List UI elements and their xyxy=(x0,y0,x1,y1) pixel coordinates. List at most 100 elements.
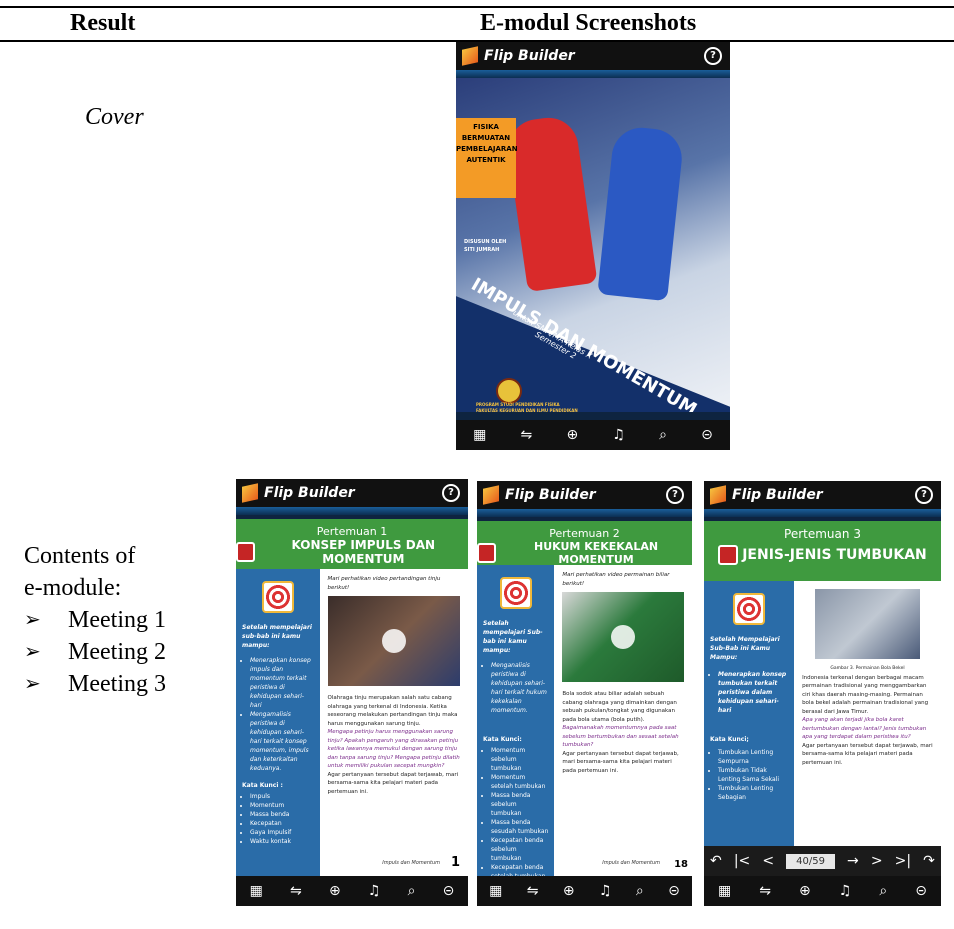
target-icon xyxy=(733,593,766,625)
zoom-in-icon[interactable]: ⊕ xyxy=(563,883,575,899)
top-stripe xyxy=(477,509,692,517)
play-icon[interactable] xyxy=(381,629,406,653)
cover-subject-box: FISIKA BERMUATAN PEMBELAJARAN AUTENTIK xyxy=(456,118,518,198)
undo-icon[interactable]: ↶ xyxy=(710,853,722,869)
meeting3-screenshot: Flip Builder? Pertemuan 3 JENIS-JENIS TU… xyxy=(704,481,941,906)
zoom-in-icon[interactable]: ⊕ xyxy=(566,427,578,443)
help-icon[interactable]: ? xyxy=(666,486,684,504)
billiard-video[interactable] xyxy=(562,592,684,682)
book-icon xyxy=(718,545,739,565)
page-number: 1 xyxy=(450,855,460,870)
bekel-game-photo xyxy=(815,589,920,659)
book-icon xyxy=(236,542,255,562)
meeting-item: ➢ Meeting 3 xyxy=(24,668,166,700)
grid-icon[interactable]: ▦ xyxy=(473,427,486,443)
objectives-column: Setelah Mempelajari Sub-Bab ini Kamu Mam… xyxy=(704,581,795,846)
first-page-icon[interactable]: |< xyxy=(734,853,750,869)
help-icon[interactable]: ? xyxy=(442,484,460,502)
flipbuilder-logo-icon xyxy=(710,485,726,505)
page-number: 18 xyxy=(674,859,688,870)
grid-icon[interactable]: ▦ xyxy=(489,883,502,899)
swap-icon[interactable]: ⇋ xyxy=(759,883,771,899)
prev-page-icon[interactable]: < xyxy=(762,853,774,869)
row-label-cover: Cover xyxy=(85,104,144,130)
boxer-blue-image xyxy=(597,124,685,302)
target-icon xyxy=(261,581,294,613)
go-arrow-icon[interactable]: → xyxy=(847,853,859,869)
meeting-header: Pertemuan 2 HUKUM KEKEKALAN MOMENTUM xyxy=(477,521,692,566)
meeting1-screenshot: Flip Builder? Pertemuan 1 KONSEP IMPULS … xyxy=(236,479,468,906)
search-icon[interactable]: ⌕ xyxy=(636,883,644,899)
meeting-header: Pertemuan 1 KONSEP IMPULS DAN MOMENTUM xyxy=(236,519,468,569)
search-icon[interactable]: ⌕ xyxy=(879,883,887,899)
help-icon[interactable]: ? xyxy=(915,486,933,504)
objectives-column: Setelah mempelajari Sub-bab ini kamu mam… xyxy=(477,565,555,880)
university-seal-icon xyxy=(496,378,522,404)
swap-icon[interactable]: ⇋ xyxy=(521,427,533,443)
cover-art: FISIKA BERMUATAN PEMBELAJARAN AUTENTIK D… xyxy=(456,78,730,412)
top-bar: Flip Builder? xyxy=(236,479,468,507)
header-result: Result xyxy=(70,10,136,36)
more-icon[interactable]: ⊝ xyxy=(668,883,680,899)
content-column: Gambar 3. Permainan Bola Bekel Indonesia… xyxy=(794,581,941,846)
next-page-icon[interactable]: > xyxy=(871,853,883,869)
page-footer: Impuls dan Momentum xyxy=(382,860,440,866)
search-icon[interactable]: ⌕ xyxy=(659,427,667,443)
book-icon xyxy=(477,543,497,563)
top-bar: Flip Builder? xyxy=(477,481,692,509)
boxer-red-image xyxy=(504,113,598,293)
sound-icon[interactable]: ♫ xyxy=(839,883,852,899)
sound-icon[interactable]: ♫ xyxy=(368,883,381,899)
top-stripe xyxy=(236,507,468,515)
more-icon[interactable]: ⊝ xyxy=(915,883,927,899)
row-label-contents: Contents of e-module: ➢ Meeting 1 ➢ Meetin… xyxy=(24,540,166,700)
top-bar: Flip Builder? xyxy=(456,42,730,70)
cover-screenshot: Flip Builder? FISIKA BERMUATAN PEMBELAJA… xyxy=(456,42,730,450)
flipbuilder-logo-icon xyxy=(483,485,499,505)
arrow-bullet-icon: ➢ xyxy=(24,609,41,631)
grid-icon[interactable]: ▦ xyxy=(250,883,263,899)
meeting-list: ➢ Meeting 1 ➢ Meeting 2 ➢ Meeting 3 xyxy=(24,604,166,700)
bottom-toolbar: ▦ ⇋ ⊕ ♫ ⌕ ⊝ xyxy=(456,420,730,450)
grid-icon[interactable]: ▦ xyxy=(718,883,731,899)
boxing-video[interactable] xyxy=(327,596,460,686)
meeting2-screenshot: Flip Builder? Pertemuan 2 HUKUM KEKEKALA… xyxy=(477,481,692,906)
search-icon[interactable]: ⌕ xyxy=(408,883,416,899)
top-stripe xyxy=(456,70,730,78)
flipbuilder-logo-icon xyxy=(462,46,478,66)
content-column: Mari perhatikan video permainan biliar b… xyxy=(554,565,692,876)
cover-institution: PROGRAM STUDI PENDIDIKAN FISIKA FAKULTAS… xyxy=(476,402,578,412)
page-indicator[interactable]: 40/59 xyxy=(786,853,835,869)
page-nav-bar: ↶ |< < 40/59 → > >| ↷ xyxy=(704,846,941,876)
last-page-icon[interactable]: >| xyxy=(895,853,911,869)
contents-line1: Contents of xyxy=(24,543,136,569)
bottom-toolbar: ▦ ⇋ ⊕ ♫ ⌕ ⊝ xyxy=(236,876,468,906)
sound-icon[interactable]: ♫ xyxy=(599,883,612,899)
meeting-header: Pertemuan 3 JENIS-JENIS TUMBUKAN xyxy=(704,521,941,581)
redo-icon[interactable]: ↷ xyxy=(923,853,935,869)
more-icon[interactable]: ⊝ xyxy=(443,883,455,899)
arrow-bullet-icon: ➢ xyxy=(24,673,41,695)
top-stripe xyxy=(704,509,941,517)
top-bar: Flip Builder? xyxy=(704,481,941,509)
cover-author: DISUSUN OLEH SITI JUMRAH xyxy=(464,239,507,253)
sound-icon[interactable]: ♫ xyxy=(612,427,625,443)
bottom-toolbar: ▦ ⇋ ⊕ ♫ ⌕ ⊝ xyxy=(704,876,941,906)
help-icon[interactable]: ? xyxy=(704,47,722,65)
flipbuilder-logo-icon xyxy=(242,483,258,503)
contents-line2: e-module: xyxy=(24,575,122,601)
zoom-in-icon[interactable]: ⊕ xyxy=(329,883,341,899)
header-screenshots: E-modul Screenshots xyxy=(480,10,697,36)
content-column: Mari perhatikan video pertandingan tinju… xyxy=(319,569,468,876)
bottom-toolbar: ▦ ⇋ ⊕ ♫ ⌕ ⊝ xyxy=(477,876,692,906)
play-icon[interactable] xyxy=(611,625,636,649)
zoom-in-icon[interactable]: ⊕ xyxy=(799,883,811,899)
page-footer: Impuls dan Momentum xyxy=(602,860,660,866)
objectives-column: Setelah mempelajari sub-bab ini kamu mam… xyxy=(236,569,320,876)
swap-icon[interactable]: ⇋ xyxy=(527,883,539,899)
swap-icon[interactable]: ⇋ xyxy=(290,883,302,899)
arrow-bullet-icon: ➢ xyxy=(24,641,41,663)
meeting-item: ➢ Meeting 1 xyxy=(24,604,166,636)
more-icon[interactable]: ⊝ xyxy=(701,427,713,443)
table-top-rule xyxy=(0,6,954,8)
